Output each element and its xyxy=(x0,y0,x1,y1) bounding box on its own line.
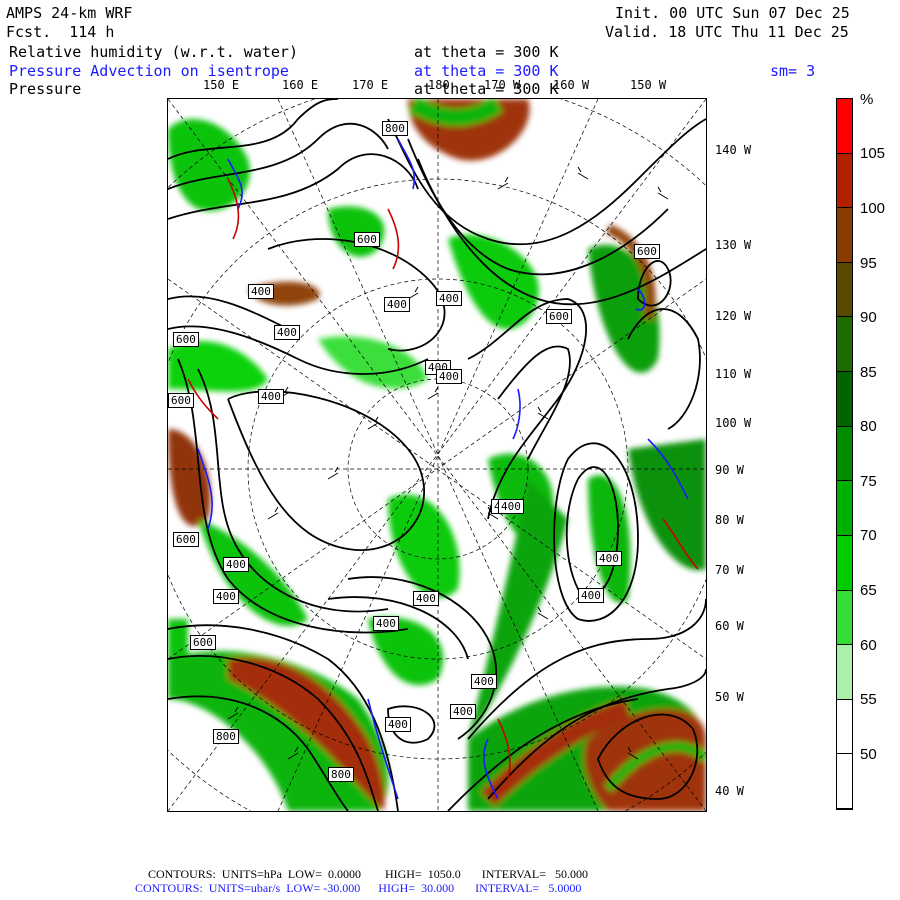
colorbar-label: 90 xyxy=(860,309,877,326)
field2-name: Pressure Advection on isentrope xyxy=(9,62,289,80)
forecast-hour: Fcst. 114 h xyxy=(6,23,115,41)
colorbar-segment xyxy=(837,99,852,154)
colorbar-segment xyxy=(837,699,852,755)
colorbar-label: 65 xyxy=(860,582,877,599)
lon-label-top: 150 W xyxy=(630,78,667,92)
lon-label-right: 50 W xyxy=(715,690,744,704)
lon-label-top: 150 E xyxy=(203,78,240,92)
colorbar-segment xyxy=(837,372,852,427)
lon-label-right: 70 W xyxy=(715,563,744,577)
lon-label-top: 160 W xyxy=(553,78,590,92)
lon-label-right: 120 W xyxy=(715,309,752,323)
lon-label-top: 170 W xyxy=(484,78,521,92)
map-panel: 800 600 600 400 400 400 400 600 600 400 … xyxy=(167,98,707,812)
contour-label: 400 xyxy=(258,389,284,404)
contour-label: 400 xyxy=(223,557,249,572)
colorbar-label: 80 xyxy=(860,418,877,435)
lon-label-top: 160 E xyxy=(282,78,319,92)
contour-label: 400 xyxy=(450,704,476,719)
colorbar-segment xyxy=(837,645,852,700)
lon-label-top: 170 E xyxy=(352,78,389,92)
colorbar-label: 60 xyxy=(860,637,877,654)
lon-label-right: 110 W xyxy=(715,367,752,381)
colorbar-segment xyxy=(837,535,852,591)
contour-label: 400 xyxy=(498,499,524,514)
contour-label: 600 xyxy=(190,635,216,650)
contour-label: 400 xyxy=(274,325,300,340)
colorbar-segment xyxy=(837,317,852,373)
contour-label: 600 xyxy=(354,232,380,247)
colorbar-label: 55 xyxy=(860,691,877,708)
contour-label: 400 xyxy=(213,589,239,604)
contour-label: 600 xyxy=(173,532,199,547)
contour-label: 800 xyxy=(213,729,239,744)
colorbar-segment xyxy=(837,754,852,809)
colorbar-label: 50 xyxy=(860,746,877,763)
footer-contours-advection: CONTOURS: UNITS=ubar/s LOW= -30.000 HIGH… xyxy=(135,881,582,895)
contour-label: 400 xyxy=(385,717,411,732)
colorbar-label: 70 xyxy=(860,527,877,544)
lon-label-top: 180 xyxy=(428,78,450,92)
colorbar-label: 75 xyxy=(860,473,877,490)
contour-label: 400 xyxy=(471,674,497,689)
contour-label: 400 xyxy=(248,284,274,299)
contour-label: 400 xyxy=(384,297,410,312)
lon-label-right: 140 W xyxy=(715,143,752,157)
contour-label: 600 xyxy=(173,332,199,347)
colorbar-label: 95 xyxy=(860,255,877,272)
contour-label: 400 xyxy=(436,369,462,384)
contour-label: 600 xyxy=(546,309,572,324)
lon-label-right: 40 W xyxy=(715,784,744,798)
field1-name: Relative humidity (w.r.t. water) xyxy=(9,43,298,61)
contour-label: 400 xyxy=(373,616,399,631)
valid-time: Valid. 18 UTC Thu 11 Dec 25 xyxy=(605,23,849,41)
colorbar-label: 105 xyxy=(860,145,886,162)
colorbar-label: 85 xyxy=(860,364,877,381)
map-graphic xyxy=(168,99,706,811)
contour-label: 400 xyxy=(596,551,622,566)
colorbar-segment xyxy=(837,262,852,318)
lon-label-right: 100 W xyxy=(715,416,752,430)
field1-level: at theta = 300 K xyxy=(414,43,559,61)
lon-label-right: 90 W xyxy=(715,463,744,477)
lon-label-right: 80 W xyxy=(715,513,744,527)
field2-level: at theta = 300 K xyxy=(414,62,559,80)
colorbar-segment xyxy=(837,208,852,263)
contour-label: 600 xyxy=(168,393,194,408)
contour-label: 600 xyxy=(634,244,660,259)
colorbar-segment xyxy=(837,481,852,536)
model-title: AMPS 24-km WRF xyxy=(6,4,133,22)
footer-contours-pressure: CONTOURS: UNITS=hPa LOW= 0.0000 HIGH= 10… xyxy=(148,867,588,881)
smoothing-label: sm= 3 xyxy=(770,62,816,80)
colorbar-segment xyxy=(837,426,852,482)
field3-name: Pressure xyxy=(9,80,82,98)
contour-label: 400 xyxy=(578,588,604,603)
colorbar-unit: % xyxy=(860,91,874,108)
contour-label: 400 xyxy=(436,291,462,306)
contour-label: 800 xyxy=(328,767,354,782)
colorbar xyxy=(836,98,853,810)
colorbar-segment xyxy=(837,590,852,646)
colorbar-label: 100 xyxy=(860,200,886,217)
lon-label-right: 60 W xyxy=(715,619,744,633)
lon-label-right: 130 W xyxy=(715,238,752,252)
contour-label: 400 xyxy=(413,591,439,606)
colorbar-segment xyxy=(837,153,852,209)
contour-label: 800 xyxy=(382,121,408,136)
init-time: Init. 00 UTC Sun 07 Dec 25 xyxy=(615,4,850,22)
